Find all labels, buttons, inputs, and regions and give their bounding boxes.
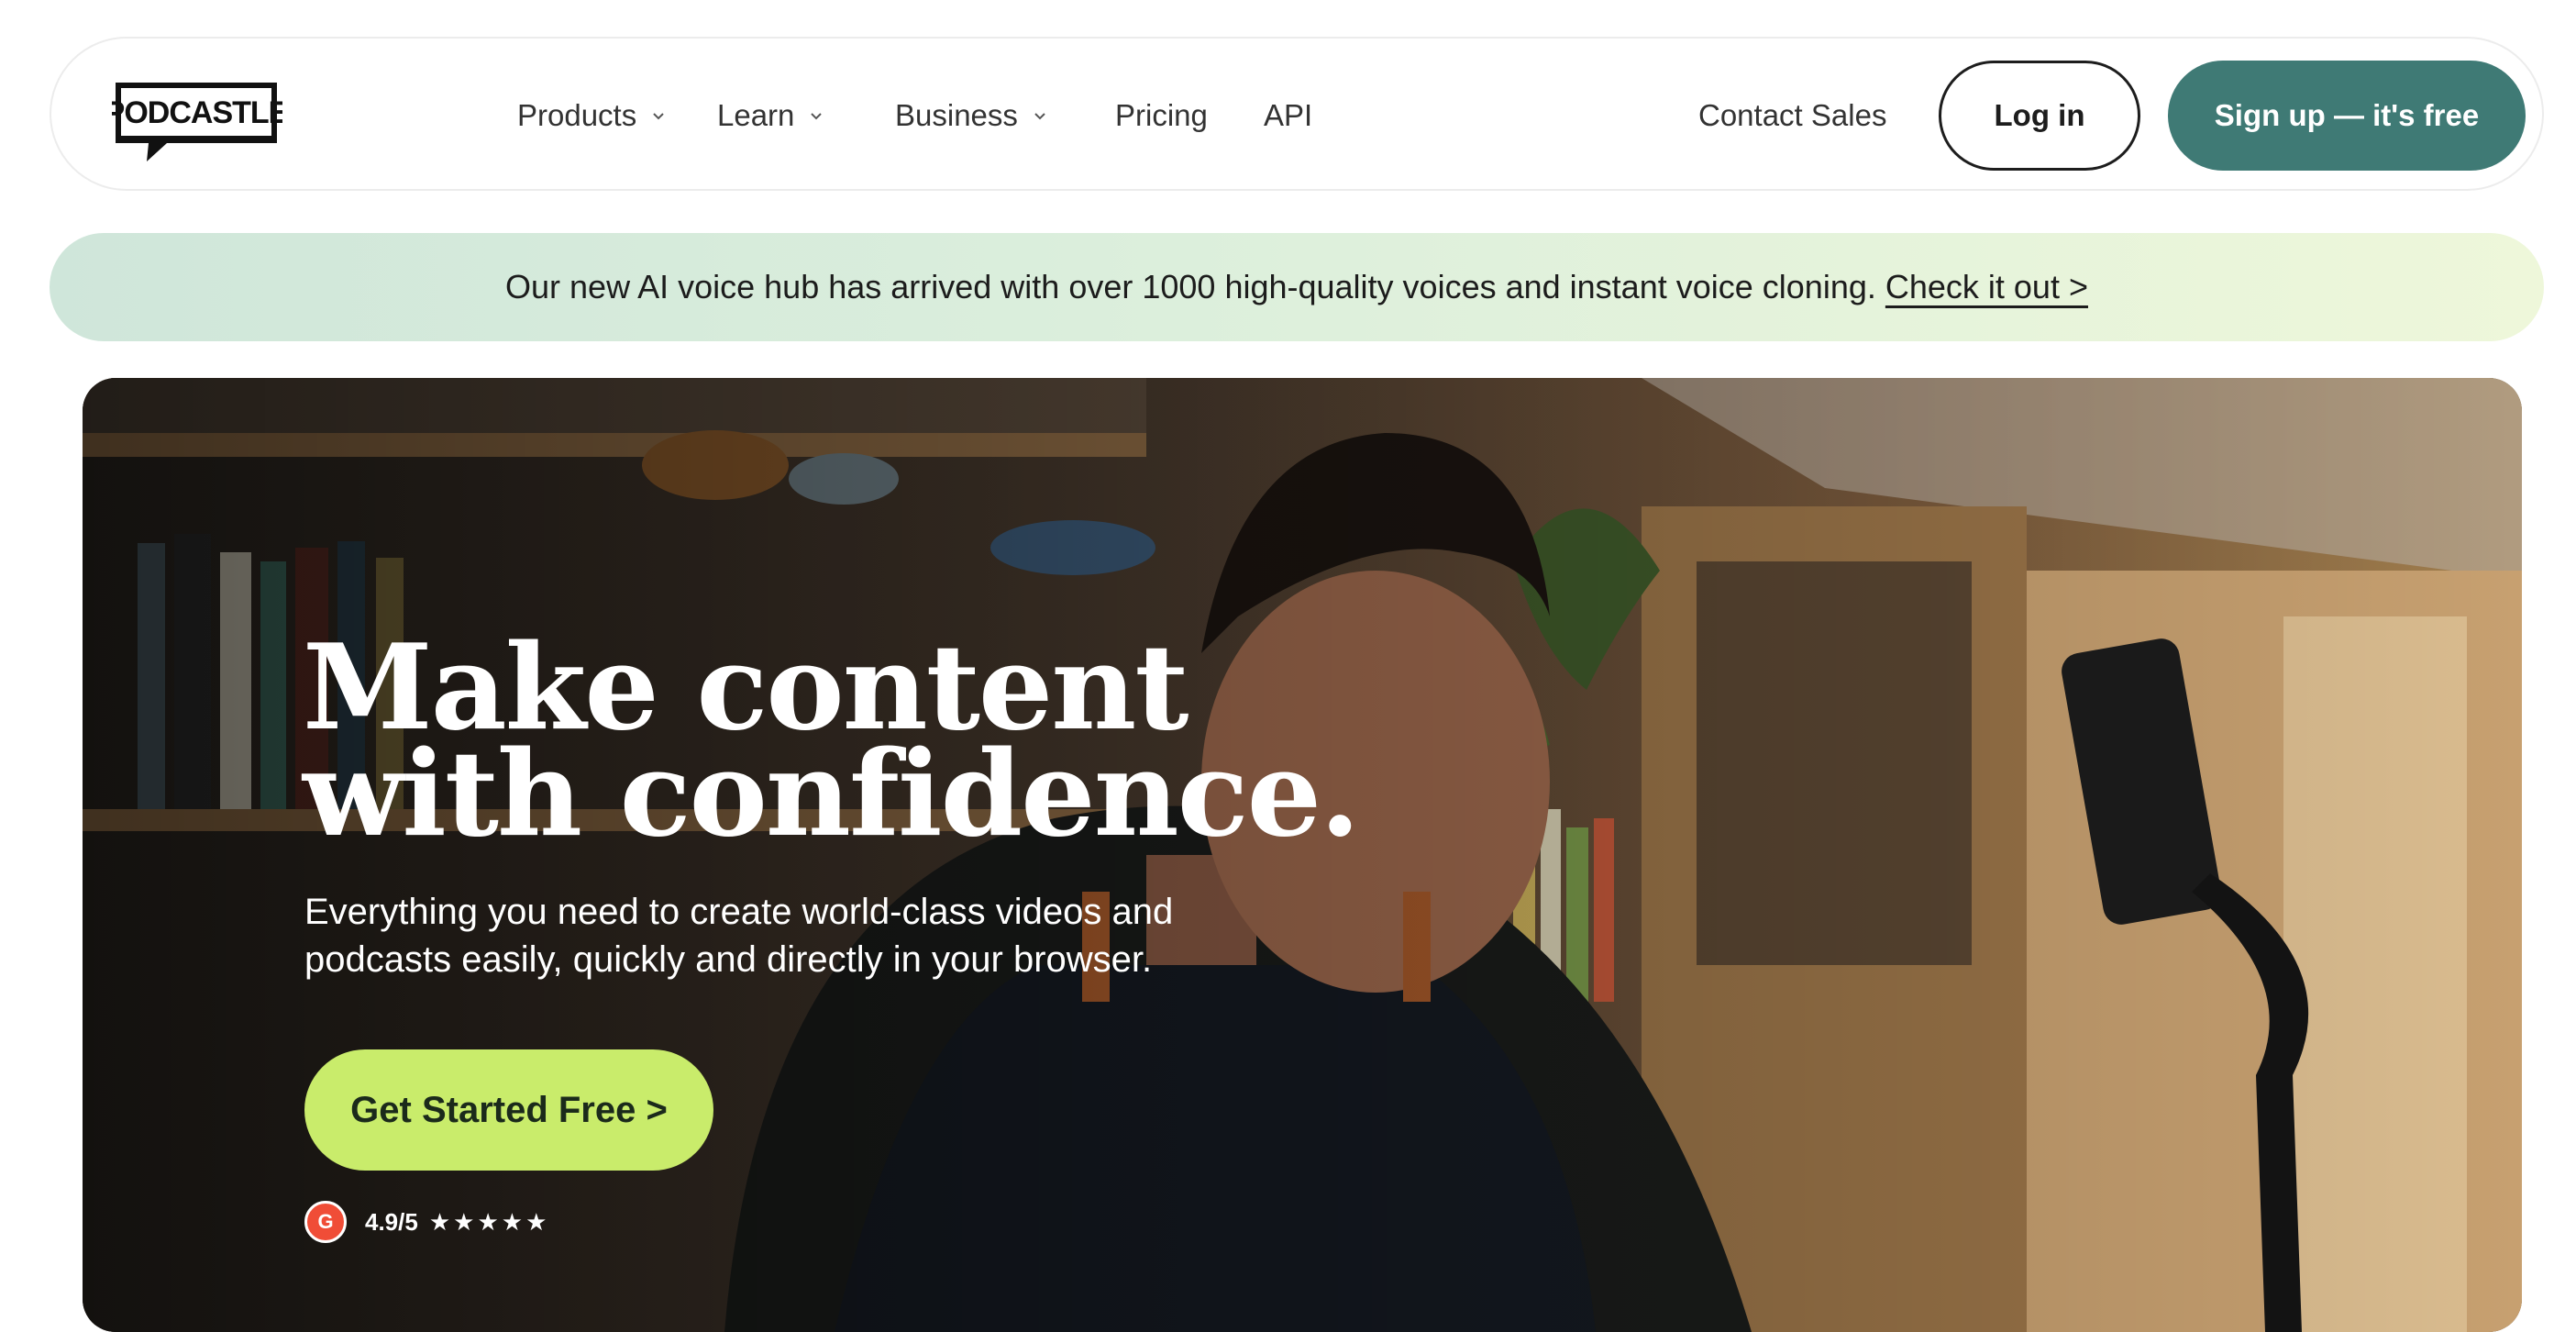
signup-button[interactable]: Sign up — it's free <box>2168 61 2526 171</box>
nav-learn-label: Learn <box>717 98 795 132</box>
login-button[interactable]: Log in <box>1939 61 2140 171</box>
hero-subtitle-line-1: Everything you need to create world-clas… <box>304 892 1174 932</box>
chevron-down-icon <box>1034 113 1045 120</box>
rating-stars-icon: ★★★★★ <box>428 1207 550 1236</box>
chevron-down-icon <box>653 113 664 120</box>
nav-business-label: Business <box>895 98 1018 132</box>
chevron-down-icon <box>811 113 823 120</box>
svg-text:PODCASTLE: PODCASTLE <box>112 95 282 130</box>
nav-products-label: Products <box>517 98 637 132</box>
nav-products[interactable]: Products <box>517 95 668 136</box>
banner-check-it-out-link[interactable]: Check it out > <box>1885 268 2088 306</box>
nav-business[interactable]: Business <box>895 95 1049 136</box>
nav-learn[interactable]: Learn <box>717 95 825 136</box>
g2-logo-icon: G <box>304 1201 347 1243</box>
banner-text: Our new AI voice hub has arrived with ov… <box>505 268 1876 305</box>
hero-section: Make content with confidence. Everything… <box>83 378 2522 1332</box>
hero-title: Make content with confidence. <box>303 629 1361 863</box>
rating-score: 4.9/5 <box>365 1207 418 1236</box>
rating-row: G 4.9/5 ★★★★★ <box>304 1200 549 1244</box>
podcastle-logo[interactable]: PODCASTLE <box>112 79 282 163</box>
nav-api-label: API <box>1264 98 1313 132</box>
nav-pricing[interactable]: Pricing <box>1115 95 1208 136</box>
hero-subtitle: Everything you need to create world-clas… <box>304 888 1222 983</box>
nav-pricing-label: Pricing <box>1115 98 1208 132</box>
hero-subtitle-line-2: podcasts easily, quickly and directly in… <box>304 939 1153 980</box>
nav-api[interactable]: API <box>1264 95 1312 136</box>
announcement-banner: Our new AI voice hub has arrived with ov… <box>50 233 2544 341</box>
hero-title-line-2: with confidence. <box>303 726 1361 863</box>
contact-sales-link[interactable]: Contact Sales <box>1698 95 1886 136</box>
get-started-free-button[interactable]: Get Started Free > <box>304 1049 713 1171</box>
top-navbar: PODCASTLE Products Learn Business Pricin… <box>50 37 2544 191</box>
